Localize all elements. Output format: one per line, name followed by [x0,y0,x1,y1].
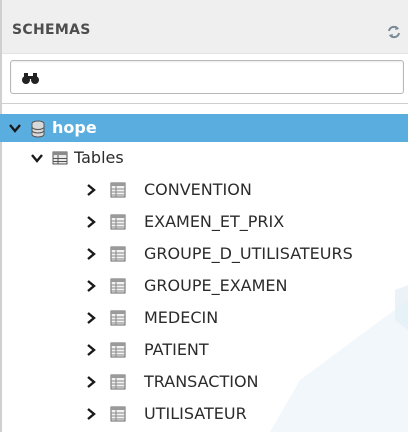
chevron-down-icon[interactable] [8,121,22,135]
table-row[interactable]: GROUPE_D_UTILISATEURS [0,240,408,268]
table-row[interactable]: EXAMEN_ET_PRIX [0,208,408,236]
table-row[interactable]: MEDECIN [0,304,408,332]
table-icon [110,374,126,390]
table-name: MEDECIN [144,308,219,327]
table-icon [110,310,126,326]
schemas-header: SCHEMAS [2,0,408,54]
panel-title: SCHEMAS [12,22,91,38]
table-row[interactable]: GROUPE_EXAMEN [0,272,408,300]
binoculars-search-icon [21,70,41,84]
table-name: GROUPE_D_UTILISATEURS [144,244,353,263]
schemas-panel: SCHEMAS hope Tables CONVENTION EXAMEN_ET… [0,0,408,432]
schema-row-hope[interactable]: hope [0,114,408,142]
table-icon [110,278,126,294]
tables-node-label: Tables [74,148,124,167]
chevron-right-icon[interactable] [84,375,98,389]
chevron-right-icon[interactable] [84,311,98,325]
table-icon [110,406,126,422]
schema-name: hope [52,118,97,137]
chevron-down-icon[interactable] [30,151,44,165]
chevron-right-icon[interactable] [84,343,98,357]
tables-folder-icon [52,150,68,166]
table-row[interactable]: TRANSACTION [0,368,408,396]
table-row[interactable]: CONVENTION [0,176,408,204]
table-icon [110,342,126,358]
search-box[interactable] [10,60,404,94]
chevron-right-icon[interactable] [84,215,98,229]
chevron-right-icon[interactable] [84,183,98,197]
chevron-right-icon[interactable] [84,247,98,261]
database-icon [30,120,46,138]
chevron-right-icon[interactable] [84,279,98,293]
table-icon [110,214,126,230]
table-name: PATIENT [144,340,209,359]
table-name: TRANSACTION [144,372,259,391]
table-name: EXAMEN_ET_PRIX [144,212,285,231]
table-name: UTILISATEUR [144,404,247,423]
chevron-right-icon[interactable] [84,407,98,421]
table-name: GROUPE_EXAMEN [144,276,288,295]
table-icon [110,182,126,198]
tables-node[interactable]: Tables [0,144,408,172]
table-row[interactable]: UTILISATEUR [0,400,408,428]
divider [2,103,408,104]
search-input[interactable] [45,63,399,93]
table-row[interactable]: PATIENT [0,336,408,364]
refresh-icon[interactable] [386,24,402,40]
table-icon [110,246,126,262]
table-name: CONVENTION [144,180,252,199]
